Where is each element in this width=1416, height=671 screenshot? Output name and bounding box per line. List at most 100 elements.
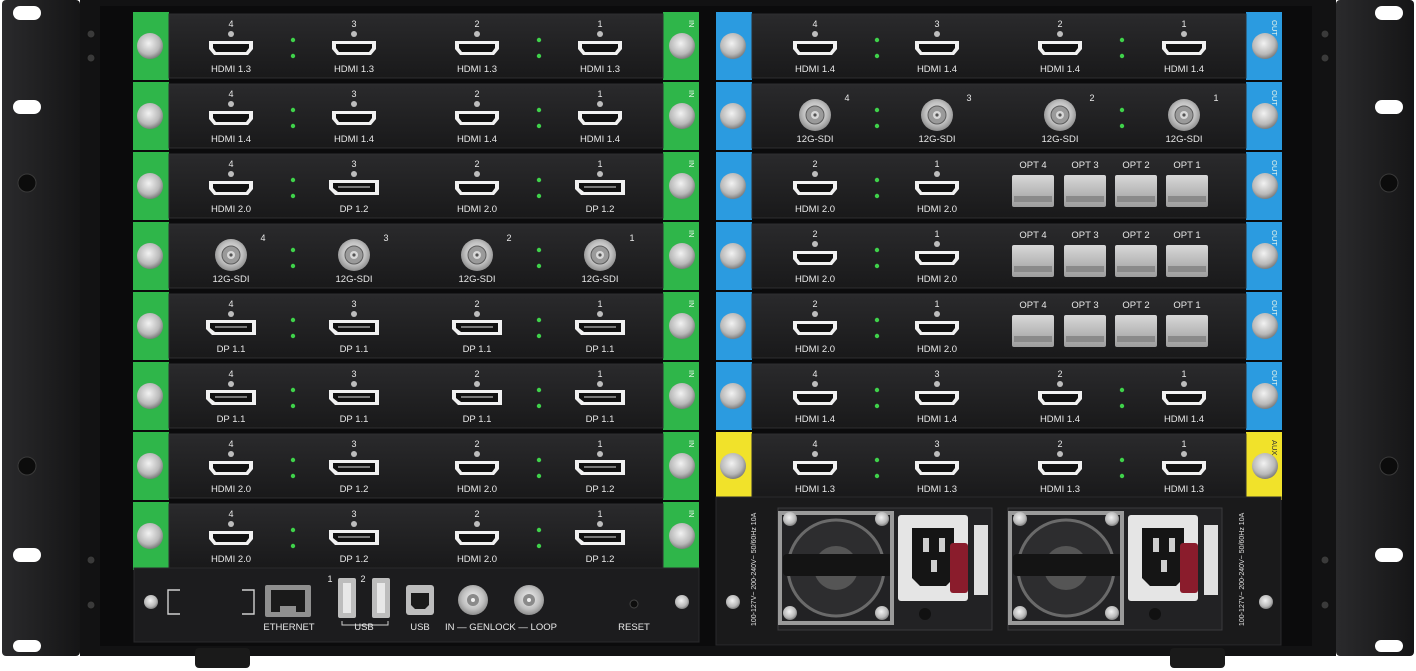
- port-dp-1[interactable]: [575, 180, 625, 195]
- psu-screw-right[interactable]: [1259, 595, 1273, 609]
- sfp-port-1[interactable]: [1166, 175, 1208, 207]
- port-hdmi-4[interactable]: [209, 181, 253, 195]
- port-hdmi-2[interactable]: [793, 251, 837, 265]
- thumbscrew-right[interactable]: [1252, 33, 1278, 59]
- port-hdmi-1[interactable]: [915, 181, 959, 195]
- thumbscrew-right[interactable]: [669, 453, 695, 479]
- panel-screw-right[interactable]: [675, 595, 689, 609]
- port-hdmi-3[interactable]: [915, 41, 959, 55]
- thumbscrew-left[interactable]: [137, 313, 163, 339]
- thumbscrew-right[interactable]: [669, 173, 695, 199]
- thumbscrew-left[interactable]: [137, 383, 163, 409]
- port-hdmi-1[interactable]: [915, 251, 959, 265]
- port-hdmi-1[interactable]: [1162, 461, 1206, 475]
- sfp-port-1[interactable]: [1166, 315, 1208, 347]
- port-hdmi-4[interactable]: [793, 391, 837, 405]
- psu-handle[interactable]: [783, 554, 893, 576]
- reset-button[interactable]: [629, 599, 639, 609]
- sfp-port-3[interactable]: [1064, 175, 1106, 207]
- thumbscrew-right[interactable]: [1252, 173, 1278, 199]
- port-dp-1[interactable]: [575, 320, 625, 335]
- port-hdmi-4[interactable]: [209, 111, 253, 125]
- sfp-port-4[interactable]: [1012, 315, 1054, 347]
- thumbscrew-left[interactable]: [137, 103, 163, 129]
- sfp-port-2[interactable]: [1115, 175, 1157, 207]
- port-dp-4[interactable]: [206, 320, 256, 335]
- sfp-port-2[interactable]: [1115, 315, 1157, 347]
- port-hdmi-2[interactable]: [793, 321, 837, 335]
- port-hdmi-2[interactable]: [793, 181, 837, 195]
- port-hdmi-4[interactable]: [209, 461, 253, 475]
- thumbscrew-right[interactable]: [1252, 313, 1278, 339]
- thumbscrew-right[interactable]: [669, 33, 695, 59]
- port-bnc-4[interactable]: [799, 99, 831, 131]
- power-cord-latch[interactable]: [1180, 543, 1198, 593]
- port-hdmi-3[interactable]: [915, 461, 959, 475]
- port-hdmi-3[interactable]: [915, 391, 959, 405]
- sfp-port-2[interactable]: [1115, 245, 1157, 277]
- port-hdmi-2[interactable]: [1038, 41, 1082, 55]
- port-dp-3[interactable]: [329, 530, 379, 545]
- port-bnc-1[interactable]: [584, 239, 616, 271]
- power-cord-latch[interactable]: [950, 543, 968, 593]
- thumbscrew-left[interactable]: [137, 243, 163, 269]
- thumbscrew-right[interactable]: [669, 243, 695, 269]
- port-hdmi-2[interactable]: [455, 181, 499, 195]
- port-dp-2[interactable]: [452, 320, 502, 335]
- thumbscrew-left[interactable]: [720, 33, 746, 59]
- port-hdmi-1[interactable]: [578, 111, 622, 125]
- port-hdmi-4[interactable]: [209, 41, 253, 55]
- port-bnc-4[interactable]: [215, 239, 247, 271]
- thumbscrew-left[interactable]: [720, 383, 746, 409]
- port-hdmi-2[interactable]: [455, 461, 499, 475]
- thumbscrew-left[interactable]: [720, 313, 746, 339]
- port-hdmi-1[interactable]: [1162, 41, 1206, 55]
- sfp-port-4[interactable]: [1012, 175, 1054, 207]
- port-hdmi-2[interactable]: [455, 41, 499, 55]
- sfp-port-1[interactable]: [1166, 245, 1208, 277]
- sfp-port-3[interactable]: [1064, 315, 1106, 347]
- port-bnc-3[interactable]: [921, 99, 953, 131]
- thumbscrew-left[interactable]: [720, 103, 746, 129]
- psu-handle[interactable]: [1013, 554, 1123, 576]
- thumbscrew-left[interactable]: [137, 33, 163, 59]
- port-hdmi-1[interactable]: [915, 321, 959, 335]
- port-dp-1[interactable]: [575, 390, 625, 405]
- port-bnc-2[interactable]: [461, 239, 493, 271]
- thumbscrew-left[interactable]: [720, 453, 746, 479]
- thumbscrew-left[interactable]: [137, 453, 163, 479]
- port-dp-3[interactable]: [329, 180, 379, 195]
- port-hdmi-4[interactable]: [209, 531, 253, 545]
- port-dp-3[interactable]: [329, 390, 379, 405]
- port-hdmi-2[interactable]: [1038, 391, 1082, 405]
- port-hdmi-1[interactable]: [1162, 391, 1206, 405]
- port-dp-3[interactable]: [329, 320, 379, 335]
- port-hdmi-2[interactable]: [1038, 461, 1082, 475]
- port-bnc-3[interactable]: [338, 239, 370, 271]
- sfp-port-4[interactable]: [1012, 245, 1054, 277]
- thumbscrew-right[interactable]: [669, 523, 695, 549]
- thumbscrew-right[interactable]: [1252, 243, 1278, 269]
- thumbscrew-left[interactable]: [137, 173, 163, 199]
- port-dp-2[interactable]: [452, 390, 502, 405]
- port-hdmi-1[interactable]: [578, 41, 622, 55]
- port-hdmi-3[interactable]: [332, 41, 376, 55]
- thumbscrew-right[interactable]: [669, 313, 695, 339]
- thumbscrew-left[interactable]: [137, 523, 163, 549]
- port-hdmi-2[interactable]: [455, 111, 499, 125]
- psu-screw-left[interactable]: [726, 595, 740, 609]
- port-bnc-1[interactable]: [1168, 99, 1200, 131]
- port-bnc-2[interactable]: [1044, 99, 1076, 131]
- thumbscrew-right[interactable]: [1252, 453, 1278, 479]
- port-dp-3[interactable]: [329, 460, 379, 475]
- thumbscrew-left[interactable]: [720, 173, 746, 199]
- port-hdmi-4[interactable]: [793, 461, 837, 475]
- port-dp-1[interactable]: [575, 530, 625, 545]
- port-hdmi-4[interactable]: [793, 41, 837, 55]
- panel-screw-left[interactable]: [144, 595, 158, 609]
- thumbscrew-left[interactable]: [720, 243, 746, 269]
- thumbscrew-right[interactable]: [669, 383, 695, 409]
- port-dp-4[interactable]: [206, 390, 256, 405]
- port-hdmi-3[interactable]: [332, 111, 376, 125]
- thumbscrew-right[interactable]: [1252, 103, 1278, 129]
